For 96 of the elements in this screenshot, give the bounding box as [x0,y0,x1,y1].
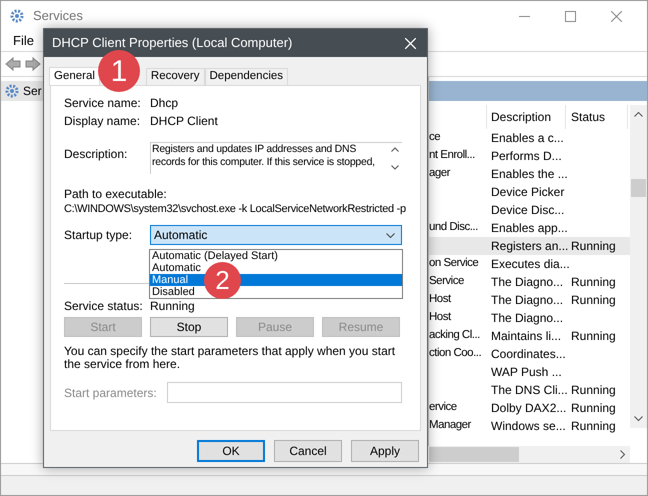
scroll-down-icon[interactable] [634,416,643,422]
window-title: Services [33,7,83,26]
table-cell-text: Running [570,418,617,435]
table-cell-text: Windows se... [490,418,566,435]
table-cell-text: ervice [429,400,458,416]
table-cell-text: Manager [429,418,472,434]
table-cell-text: Device Picker [490,184,566,201]
scroll-down-icon[interactable] [391,165,399,170]
tab[interactable]: Recovery [146,68,204,85]
scrollbar-thumb[interactable] [429,447,519,462]
vertical-scrollbar[interactable] [630,105,647,428]
gear-icon [9,8,25,24]
field-value: Dhcp [150,95,178,112]
table-cell-text: Enables a c... [490,130,565,147]
scrollbar-thumb[interactable] [631,179,646,197]
list-row[interactable]: ction Coo... Coordinates... [429,345,630,363]
table-cell-text: acking Cl... [429,328,481,344]
table-cell-text: Registers an... [490,238,566,255]
table-cell-text: Coordinates... [490,346,566,363]
list-row[interactable]: on Service Executes dia... [429,255,630,273]
table-cell-text: Dolby DAX2... [490,400,566,417]
table-cell-text: Service [429,274,465,290]
table-cell-text: Performs D... [490,148,563,165]
scroll-up-icon[interactable] [391,147,399,152]
table-cell-text: WAP Push ... [490,364,563,381]
table-cell-text: Host [429,310,452,326]
table-cell-text: Running [570,382,617,399]
table-cell-text: on Service [429,256,480,272]
field-label: Path to executable: [64,186,168,201]
field-value: DHCP Client [150,113,218,130]
table-cell-text: ager [429,166,452,182]
field-label: Display name: [64,113,142,130]
table-cell-text: The Diagno... [490,292,564,309]
scroll-up-icon[interactable] [634,111,643,117]
tab[interactable]: Dependencies [204,68,288,85]
list-row[interactable]: Device Picker [429,183,630,201]
list-row[interactable]: Host The Diagno... Running [429,291,630,309]
table-cell-text: The Diagno... [490,310,564,327]
list-row[interactable]: nt Enroll... Performs D... [429,147,630,165]
dialog-button[interactable]: Cancel [274,440,342,462]
horizontal-scrollbar[interactable] [429,446,630,463]
table-cell-text: ction Coo... [429,346,482,362]
menu-item[interactable]: File [7,31,40,51]
list-row[interactable]: acking Cl... Maintains li... Running [429,327,630,345]
list-row[interactable]: The DNS Cli... Running [429,381,630,399]
chevron-down-icon [386,232,395,238]
list-row[interactable]: WAP Push ... [429,363,630,381]
table-cell-text: Maintains li... [490,328,562,345]
list-row[interactable]: Registers an... Running [429,237,630,255]
list-row[interactable]: Host The Diagno... [429,309,630,327]
field-label: Start parameters: [64,384,158,402]
list-row[interactable]: und Disc... Enables app... [429,219,630,237]
column-header[interactable]: Status [566,105,628,129]
table-cell-text: Enables app... [490,220,566,237]
table-cell-text: Running [570,238,617,255]
forward-arrow-icon[interactable] [25,57,41,71]
field-label: Description: [64,146,128,163]
table-cell-text: Running [570,274,617,291]
field-label: Service status: [64,298,144,315]
table-cell-text: The Diagno... [490,274,564,291]
hint-text: You can specify the start parameters that apply when you start the service from here. [64,345,396,371]
table-cell-text: The DNS Cli... [490,382,566,399]
dialog-button[interactable]: Apply [351,440,419,462]
table-cell-text: Running [570,328,617,345]
startup-type-dropdown[interactable]: Automatic [150,225,402,245]
table-cell-text: nt Enroll... [429,148,476,164]
list-row[interactable]: ce Enables a c... [429,129,630,147]
field-label: Startup type: [64,227,134,244]
table-cell-text: ce [429,130,442,146]
description-box: Registers and updates IP addresses and DNS records for this computer. If this service is stopped, [150,142,402,174]
close-icon [404,38,416,48]
back-arrow-icon[interactable] [5,57,21,71]
list-row[interactable]: Device Disc... [429,201,630,219]
table-cell-text: und Disc... [429,220,479,236]
table-cell-text: Device Disc... [490,202,566,219]
table-cell-text: Running [570,400,617,417]
close-icon [610,10,622,22]
scroll-right-icon[interactable] [620,450,626,459]
maximize-icon [564,10,576,22]
dropdown-option[interactable]: Automatic (Delayed Start) [150,250,402,262]
list-row[interactable]: Service The Diagno... Running [429,273,630,291]
field-label: Service name: [64,95,142,112]
dialog-button[interactable]: OK [197,440,265,462]
gear-icon [4,83,20,99]
field-value: Running [150,298,195,315]
column-header[interactable]: Description [486,105,566,129]
path-value: C:\WINDOWS\system32\svchost.exe -k LocalServiceNetworkRestricted -p [64,202,404,217]
list-row[interactable]: Manager Windows se... Running [429,417,630,435]
table-cell-text: Running [570,292,617,309]
dialog-title: DHCP Client Properties (Local Computer) [52,34,292,52]
table-cell-text: Enables the ... [490,166,566,183]
tab[interactable]: General [49,67,100,86]
list-row[interactable]: ervice Dolby DAX2... Running [429,399,630,417]
list-row[interactable]: ager Enables the ... [429,165,630,183]
service-control-button[interactable]: Stop [150,317,228,337]
table-cell-text: Host [429,292,452,308]
